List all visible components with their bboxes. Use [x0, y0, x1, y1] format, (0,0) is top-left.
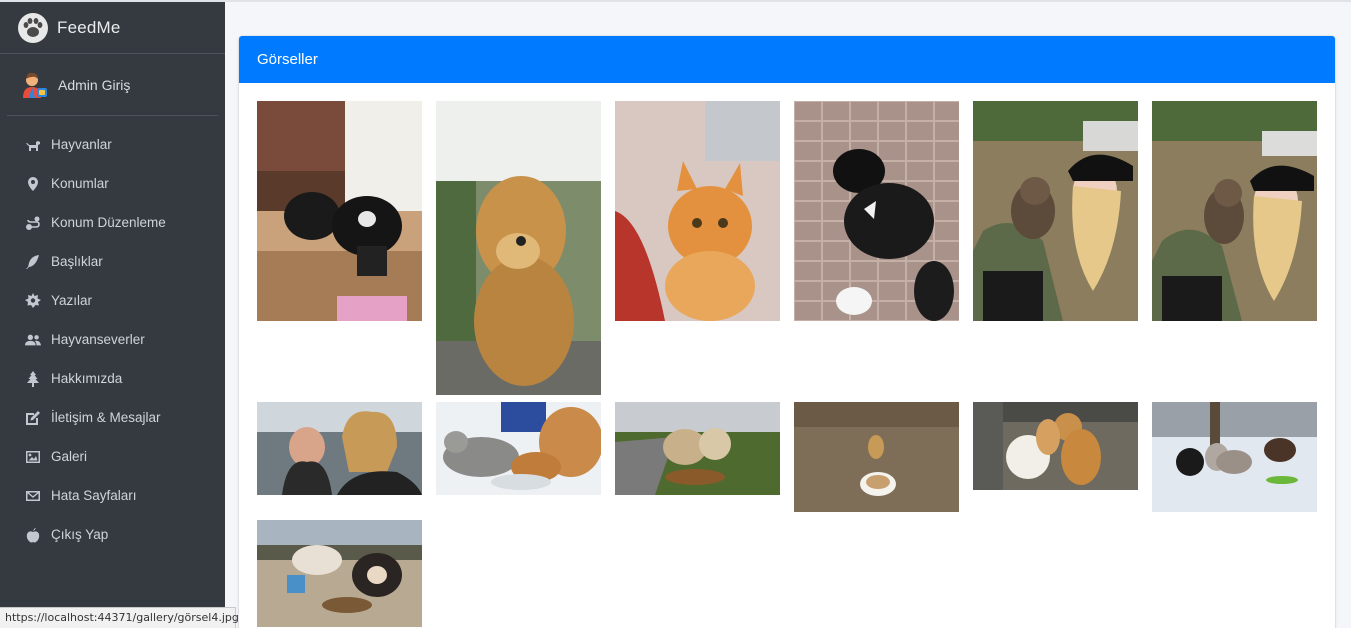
nav-label: Hayvanlar: [51, 137, 112, 152]
nav-label: Konumlar: [51, 176, 109, 191]
nav-label: Hata Sayfaları: [51, 488, 137, 503]
dog-icon: [24, 136, 42, 154]
gallery-photo-cat-and-dog-eating-snow[interactable]: [436, 402, 601, 495]
browser-status-bar: https://localhost:44371/gallery/görsel4.…: [0, 607, 239, 628]
nav-label: Hakkımızda: [51, 371, 123, 386]
nav-item-konumlar[interactable]: Konumlar: [0, 164, 225, 203]
gallery-photo-dogs-behind-fence[interactable]: [973, 402, 1138, 490]
envelope-icon: [24, 487, 42, 505]
sun-gear-icon: [24, 292, 42, 310]
gallery-photo-puppies-on-deck[interactable]: [257, 101, 422, 321]
gallery-photo-puppy-with-food-bowl[interactable]: [794, 402, 959, 512]
map-marker-icon: [24, 175, 42, 193]
feather-icon: [24, 253, 42, 271]
nav-label: Hayvanseverler: [51, 332, 145, 347]
nav-item-hata-sayfalari[interactable]: Hata Sayfaları: [0, 476, 225, 515]
admin-avatar-icon: [23, 72, 47, 98]
gallery-title: Görseller: [257, 51, 318, 68]
nav-label: Galeri: [51, 449, 88, 464]
gallery-photo-dogs-eating-roadside[interactable]: [615, 402, 780, 495]
gallery-photo-black-puppy-on-paving[interactable]: [794, 101, 959, 321]
nav-label: Yazılar: [51, 293, 93, 308]
gallery-photo-woman-with-puppy-2[interactable]: [1152, 101, 1317, 321]
tree-icon: [24, 370, 42, 388]
image-icon: [24, 448, 42, 466]
gallery-photo-dogs-eating-outdoors[interactable]: [257, 520, 422, 627]
nav-label: Konum Düzenleme: [51, 215, 166, 230]
users-icon: [24, 331, 42, 349]
brand-name: FeedMe: [57, 17, 121, 37]
nav-item-hayvanlar[interactable]: Hayvanlar: [0, 125, 225, 164]
nav-item-cikis-yap[interactable]: Çıkış Yap: [0, 515, 225, 554]
edit-icon: [24, 409, 42, 427]
paw-icon: [18, 12, 48, 43]
nav-item-hakkimizda[interactable]: Hakkımızda: [0, 359, 225, 398]
route-icon: [24, 214, 42, 232]
nav-label: Başlıklar: [51, 254, 103, 269]
sidebar: FeedMe Admin Giriş Hayvanlar Konumlar Ko…: [0, 0, 225, 628]
gallery-photo-woman-with-puppy[interactable]: [973, 101, 1138, 321]
nav-label: Çıkış Yap: [51, 527, 109, 542]
top-border: [225, 0, 1351, 2]
gallery-photo-orange-kitten[interactable]: [615, 101, 780, 321]
nav-item-galeri[interactable]: Galeri: [0, 437, 225, 476]
gallery-photo-golden-retriever[interactable]: [436, 101, 601, 395]
nav-label: İletişim & Mesajlar: [51, 410, 161, 425]
nav-item-basliklar[interactable]: Başlıklar: [0, 242, 225, 281]
sidebar-nav: Hayvanlar Konumlar Konum Düzenleme Başlı…: [0, 116, 225, 554]
gallery-photo-dogs-in-snow[interactable]: [1152, 402, 1317, 512]
nav-item-yazilar[interactable]: Yazılar: [0, 281, 225, 320]
user-panel[interactable]: Admin Giriş: [7, 54, 218, 116]
nav-item-konum-duzenleme[interactable]: Konum Düzenleme: [0, 203, 225, 242]
nav-item-iletisim-mesajlar[interactable]: İletişim & Mesajlar: [0, 398, 225, 437]
brand-link[interactable]: FeedMe: [0, 2, 225, 54]
gallery-photo-two-women-selfie[interactable]: [257, 402, 422, 495]
gallery-header: Görseller: [239, 36, 1335, 83]
nav-item-hayvanseverler[interactable]: Hayvanseverler: [0, 320, 225, 359]
user-name: Admin Giriş: [58, 76, 131, 93]
apple-icon: [24, 526, 42, 544]
